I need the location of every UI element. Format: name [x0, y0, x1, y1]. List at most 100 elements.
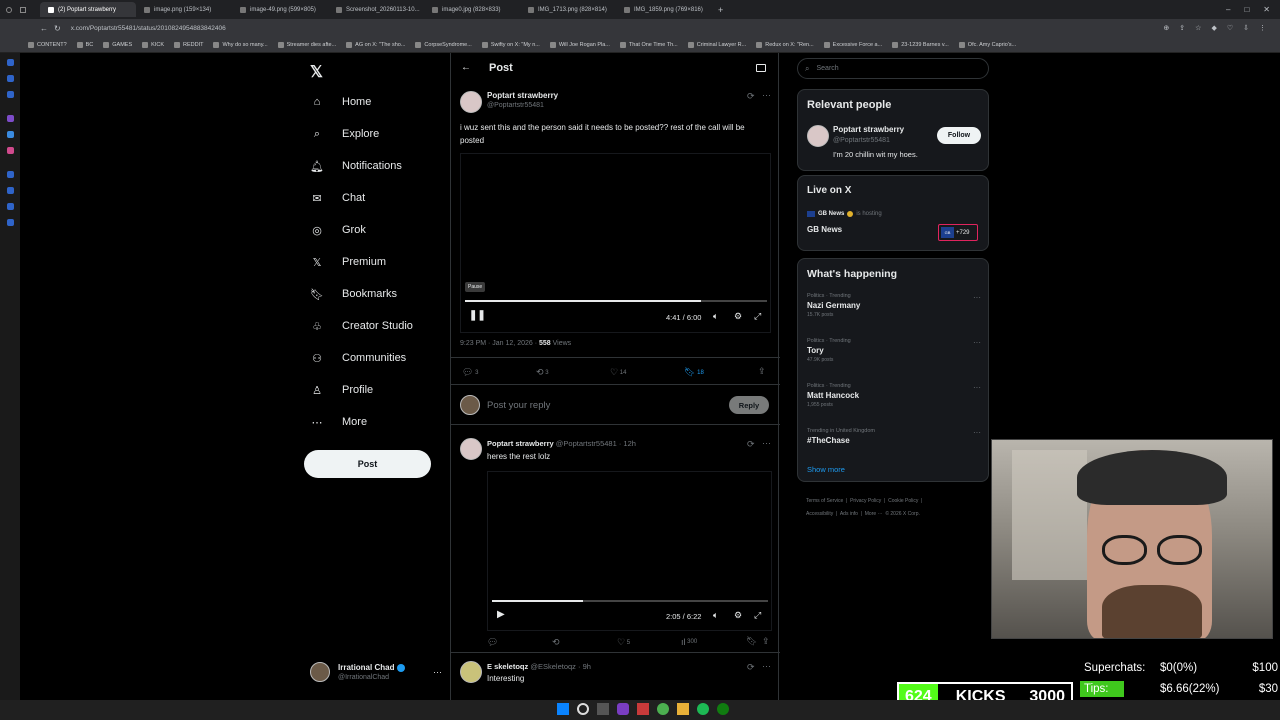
bookmark-item[interactable]: That One Time Th...: [619, 41, 678, 48]
more-dots-icon[interactable]: ···: [973, 338, 981, 347]
fullscreen-icon[interactable]: ⤢: [754, 311, 761, 322]
volume-icon[interactable]: 🔈︎: [713, 610, 718, 621]
settings-gear-icon[interactable]: ⚙: [734, 610, 742, 621]
reply-author-name[interactable]: E skeletoqz: [487, 662, 528, 671]
live-title[interactable]: GB News: [807, 225, 842, 234]
url-field[interactable]: x.com/Poptartstr55481/status/20108249548…: [71, 25, 226, 32]
search-icon[interactable]: [577, 703, 589, 715]
x-logo-icon[interactable]: 𝕏: [310, 62, 323, 82]
account-switcher[interactable]: Irrational Chad @IrrationalChad ···: [310, 659, 442, 685]
bookmark-item[interactable]: Why do so many...: [213, 41, 268, 48]
download-icon[interactable]: ⇩: [1243, 24, 1249, 32]
nav-item-home[interactable]: ⌂ Home: [310, 95, 372, 109]
nav-item-explore[interactable]: ⌕ Explore: [310, 127, 379, 141]
video-player[interactable]: Pause ❚❚ 4:41 / 6:00 🔈︎ ⚙ ⤢: [460, 153, 771, 333]
settings-gear-icon[interactable]: ⚙: [734, 311, 742, 322]
sidebar-app-icon[interactable]: [7, 147, 14, 154]
sidebar-app-icon[interactable]: [7, 219, 14, 226]
person-name[interactable]: Poptart strawberry: [833, 125, 904, 134]
tab-list-icon[interactable]: [20, 6, 26, 13]
maximize-icon[interactable]: □: [1244, 5, 1249, 14]
reply-action[interactable]: 💬︎: [487, 637, 498, 648]
task-view-icon[interactable]: [597, 703, 609, 715]
video-scrubber[interactable]: [492, 600, 768, 602]
back-arrow-icon[interactable]: ←: [461, 62, 471, 73]
bookmark-item[interactable]: KICK: [142, 41, 164, 48]
reply-action[interactable]: 💬︎ 3: [462, 367, 478, 378]
views-action[interactable]: ıl 300: [681, 637, 697, 647]
fullscreen-icon[interactable]: ⤢: [754, 610, 761, 621]
sidebar-app-icon[interactable]: [7, 203, 14, 210]
browser-tab[interactable]: IMG_1713.png (828×814): [520, 2, 616, 17]
grok-icon[interactable]: ⟳: [747, 439, 755, 450]
share-icon[interactable]: ⇪: [762, 636, 770, 647]
bookmark-item[interactable]: Ofc. Amy Caprio's...: [958, 41, 1016, 48]
sidebar-app-icon[interactable]: [7, 75, 14, 82]
reply-tweet[interactable]: Poptart strawberry @Poptartstr55481 · 12…: [451, 425, 780, 653]
reply-input[interactable]: Post your reply: [487, 400, 550, 411]
grok-icon[interactable]: ⟳: [747, 91, 755, 102]
nav-item-communities[interactable]: ⚇ Communities: [310, 351, 406, 365]
reader-view-icon[interactable]: [756, 64, 766, 72]
bookmark-item[interactable]: GAMES: [103, 41, 132, 48]
repost-action[interactable]: ⟲ 3: [536, 367, 549, 378]
volume-icon[interactable]: 🔈︎: [713, 311, 718, 322]
live-host[interactable]: GB News is hosting: [807, 211, 882, 217]
spotify-icon[interactable]: [697, 703, 709, 715]
author-avatar[interactable]: [460, 661, 482, 683]
footer-link[interactable]: Terms of Service: [806, 498, 843, 504]
back-icon[interactable]: ←: [40, 24, 48, 33]
more-dots-icon[interactable]: ···: [762, 438, 771, 448]
like-action[interactable]: ♡ 14: [610, 367, 626, 378]
video-player[interactable]: ▶ 2:05 / 6:22 🔈︎ ⚙ ⤢: [487, 471, 772, 631]
new-tab-icon[interactable]: +: [718, 5, 723, 15]
like-action[interactable]: ♡ 5: [617, 637, 630, 648]
file-explorer-icon[interactable]: [677, 703, 689, 715]
sidebar-app-icon[interactable]: [7, 131, 14, 138]
reply-button[interactable]: Reply: [729, 396, 769, 414]
extension-icon[interactable]: ◆: [1211, 24, 1216, 32]
bookmark-item[interactable]: Streamer dies afte...: [277, 41, 336, 48]
show-more-link[interactable]: Show more: [807, 465, 845, 474]
share-icon[interactable]: ⇪: [1179, 24, 1185, 32]
bookmark-item[interactable]: REDDIT: [174, 41, 203, 48]
nav-item-chat[interactable]: ✉ Chat: [310, 191, 365, 205]
nav-item-more[interactable]: ⋯ More: [310, 415, 368, 429]
zoom-icon[interactable]: ⊕: [1163, 24, 1169, 32]
more-dots-icon[interactable]: ···: [433, 667, 442, 677]
avatar[interactable]: [807, 125, 829, 147]
sidebar-app-icon[interactable]: [7, 59, 14, 66]
play-icon[interactable]: ▶: [497, 609, 505, 620]
video-scrubber[interactable]: [465, 300, 767, 302]
grok-icon[interactable]: ⟳: [747, 662, 755, 673]
nav-item-grok[interactable]: ◎ Grok: [310, 223, 366, 237]
close-window-icon[interactable]: ✕: [1263, 5, 1270, 14]
nav-item-premium[interactable]: 𝕏 Premium: [310, 255, 386, 269]
app-icon[interactable]: [637, 703, 649, 715]
footer-link[interactable]: More ···: [865, 511, 883, 517]
more-dots-icon[interactable]: ···: [973, 428, 981, 437]
windows-start-icon[interactable]: [557, 703, 569, 715]
footer-link[interactable]: Ads info: [840, 511, 858, 517]
bookmark-item[interactable]: 23-1239 Barnes v...: [892, 41, 949, 48]
pause-icon[interactable]: ❚❚: [469, 310, 486, 321]
author-avatar[interactable]: [460, 91, 482, 113]
trend-item[interactable]: Politics · Trending Matt Hancock 1,955 pos…: [807, 383, 981, 408]
more-dots-icon[interactable]: ···: [762, 661, 771, 671]
post-button[interactable]: Post: [304, 450, 431, 478]
footer-link[interactable]: Cookie Policy: [888, 498, 918, 504]
bookmark-item[interactable]: Redux on X: "Ren...: [756, 41, 814, 48]
more-dots-icon[interactable]: ···: [973, 293, 981, 302]
trend-item[interactable]: Politics · Trending Tory 47.9K posts ···: [807, 338, 981, 363]
sidebar-app-icon[interactable]: [7, 171, 14, 178]
xbox-icon[interactable]: [717, 703, 729, 715]
bookmark-item[interactable]: AG on X: "The sho...: [346, 41, 405, 48]
sidebar-app-icon[interactable]: [7, 187, 14, 194]
bookmark-item[interactable]: Will Joe Rogan Pla...: [549, 41, 610, 48]
browser-menu-icon[interactable]: [6, 6, 12, 13]
share-icon[interactable]: ⇪: [758, 366, 766, 377]
nav-item-bookmarks[interactable]: 🔖︎ Bookmarks: [310, 287, 397, 301]
bookmark-item[interactable]: CONTENT?: [28, 41, 67, 48]
footer-link[interactable]: Accessibility: [806, 511, 833, 517]
nav-item-creator-studio[interactable]: ♧ Creator Studio: [310, 319, 413, 333]
